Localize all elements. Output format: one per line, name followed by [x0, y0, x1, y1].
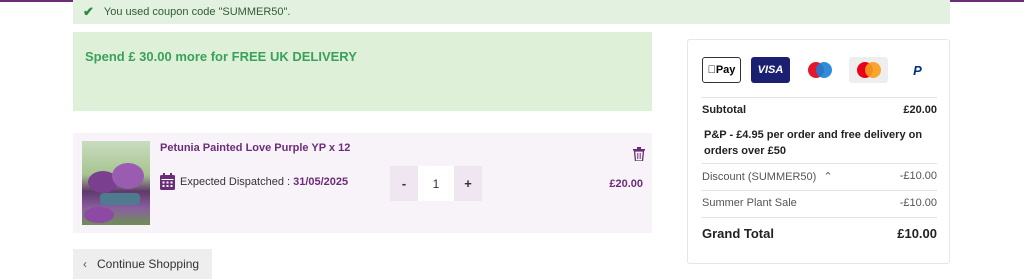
maestro-logo — [800, 57, 839, 83]
mastercard-logo — [849, 57, 888, 83]
paypal-logo: P — [898, 57, 937, 83]
dispatch-date: 31/05/2025 — [293, 175, 349, 188]
continue-shopping-button[interactable]: ‹ Continue Shopping — [73, 249, 212, 279]
discount-row[interactable]: Discount (SUMMER50) ⌃ -£10.00 — [702, 170, 937, 183]
delivery-message: Spend £ 30.00 more for FREE UK DELIVERY — [85, 49, 357, 64]
divider — [702, 97, 937, 98]
product-image[interactable] — [82, 141, 150, 225]
item-price: £20.00 — [609, 178, 643, 190]
cart-item: Petunia Painted Love Purple YP x 12 Expe… — [73, 133, 652, 233]
free-delivery-notice: Spend £ 30.00 more for FREE UK DELIVERY — [73, 32, 652, 111]
subtotal-row: Subtotal £20.00 — [702, 104, 937, 116]
apple-icon:  — [708, 64, 716, 76]
subtotal-label: Subtotal — [702, 104, 746, 116]
divider — [702, 217, 937, 218]
grand-total-label: Grand Total — [702, 226, 774, 241]
payment-methods: Pay VISA P — [702, 57, 947, 83]
divider — [702, 163, 937, 164]
trash-icon[interactable] — [633, 147, 645, 161]
sale-label: Summer Plant Sale — [702, 197, 797, 209]
dispatch-label: Expected Dispatched : — [180, 175, 291, 188]
decrement-button[interactable]: - — [390, 176, 418, 191]
visa-logo: VISA — [751, 57, 790, 83]
increment-button[interactable]: + — [454, 176, 482, 191]
dispatch-info: Expected Dispatched : 31/05/2025 — [160, 173, 348, 190]
continue-shopping-label: Continue Shopping — [97, 257, 200, 271]
sale-value: -£10.00 — [899, 197, 937, 209]
grand-total-row: Grand Total £10.00 — [702, 226, 937, 241]
discount-value: -£10.00 — [899, 170, 937, 182]
divider — [702, 190, 937, 191]
chevron-up-icon: ⌃ — [823, 171, 833, 183]
quantity-input[interactable]: 1 — [418, 166, 454, 201]
checkmark-icon: ✔ — [83, 4, 94, 19]
quantity-stepper: - 1 + — [390, 166, 482, 201]
calendar-icon — [160, 173, 175, 190]
grand-total-value: £10.00 — [897, 226, 937, 241]
discount-label: Discount (SUMMER50) ⌃ — [702, 171, 833, 183]
product-title-link[interactable]: Petunia Painted Love Purple YP x 12 — [160, 142, 350, 154]
coupon-success-banner: ✔ You used coupon code "SUMMER50". — [73, 0, 950, 24]
sale-row: Summer Plant Sale -£10.00 — [702, 197, 937, 209]
chevron-left-icon: ‹ — [83, 257, 87, 271]
apple-pay-logo: Pay — [702, 57, 741, 83]
subtotal-value: £20.00 — [903, 104, 937, 116]
postage-note: P&P - £4.95 per order and free delivery … — [704, 129, 923, 157]
order-summary: Pay VISA P Subtotal £20.00 P&P - £4.95 … — [687, 39, 950, 264]
coupon-message: You used coupon code "SUMMER50". — [103, 6, 291, 18]
